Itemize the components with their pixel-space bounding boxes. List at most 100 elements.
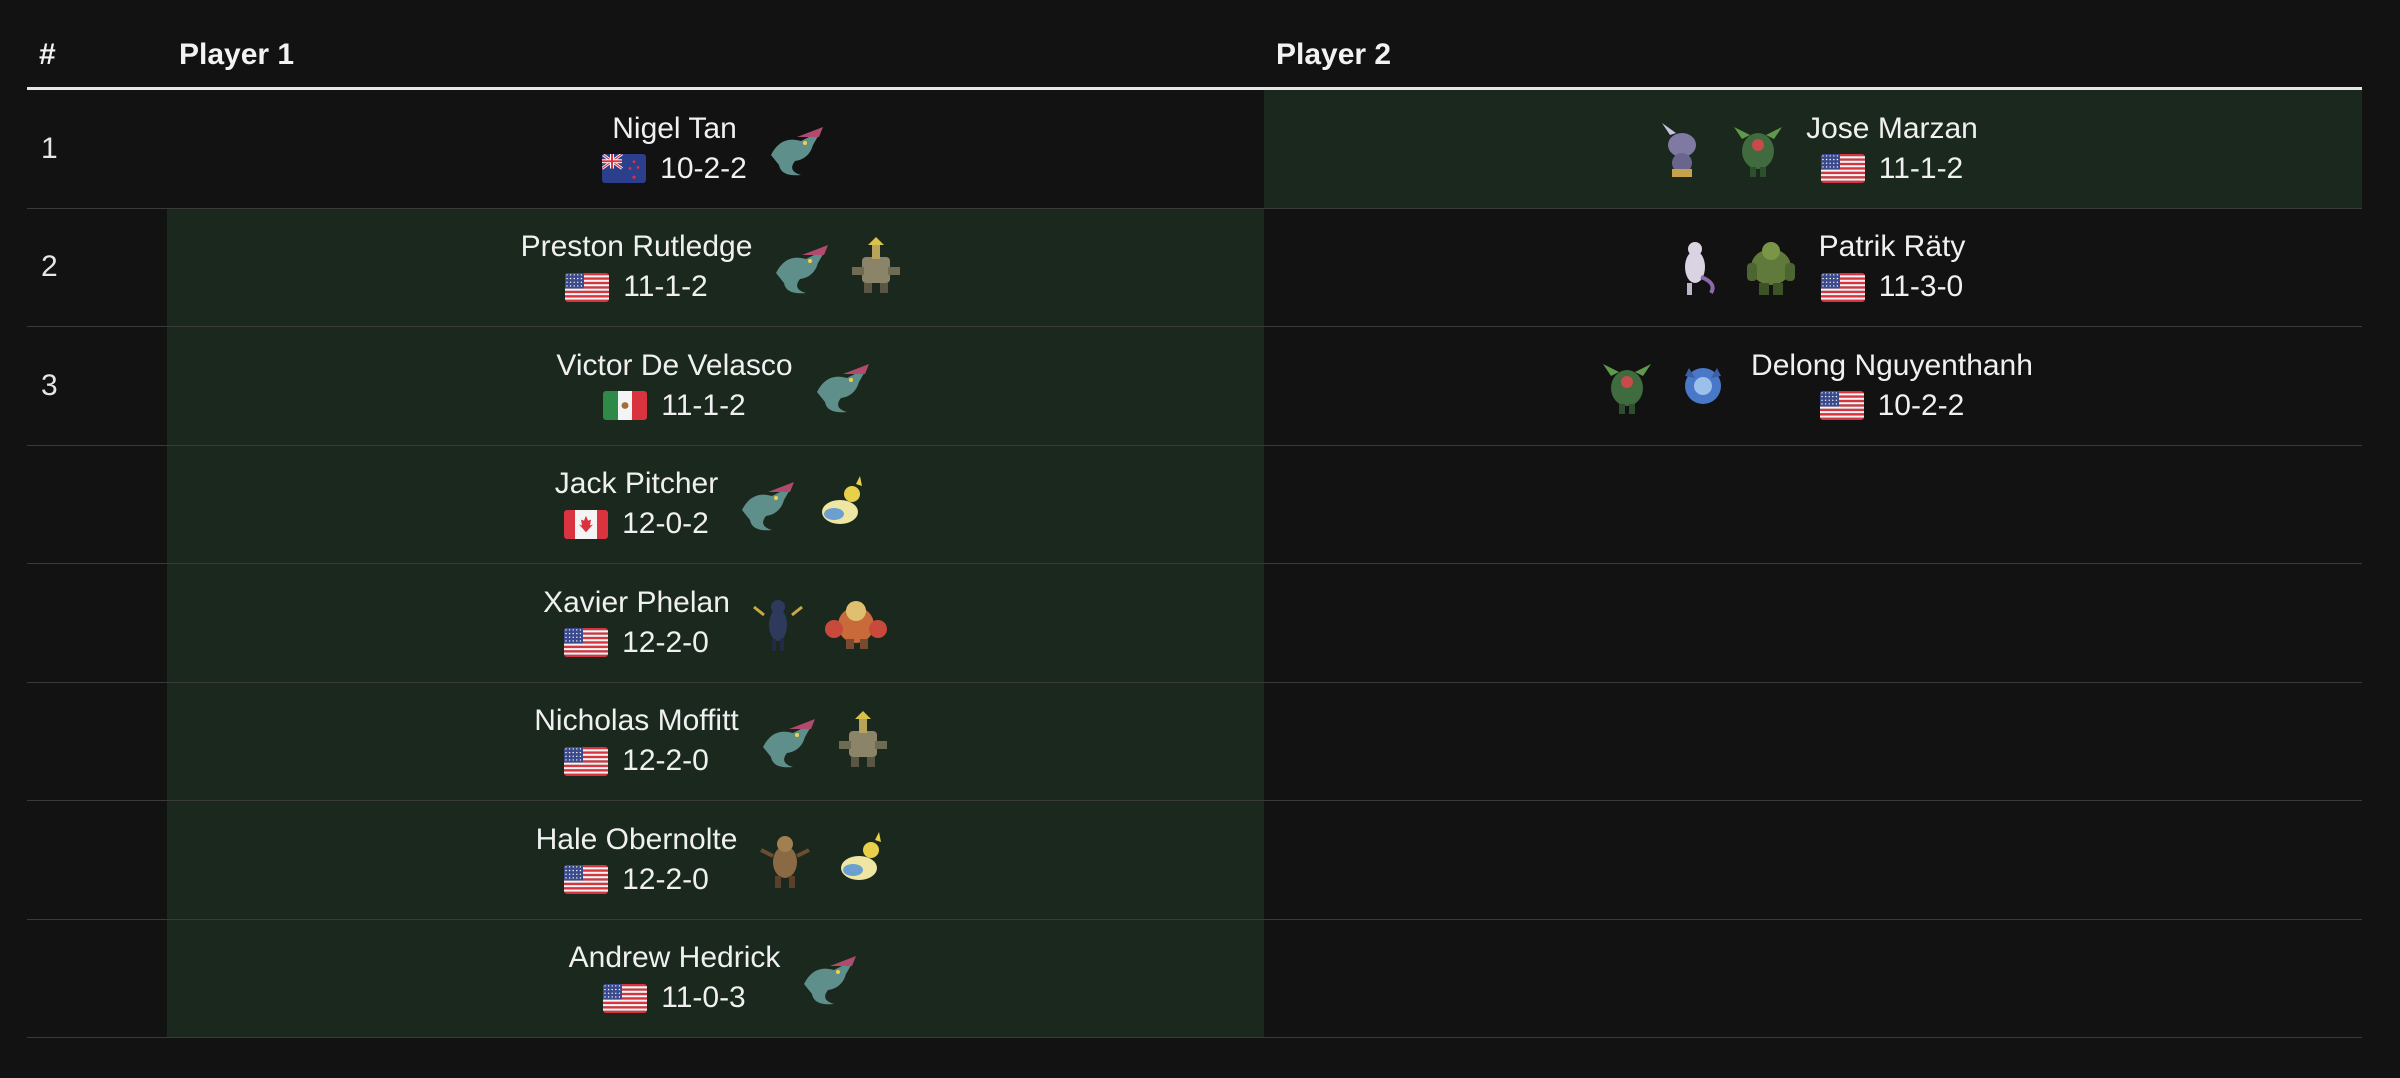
table-row: 3 Victor De Velasco 11-1-2 Delong Nguyent… <box>27 327 2362 446</box>
player-name[interactable]: Xavier Phelan <box>543 583 730 623</box>
player-name[interactable]: Victor De Velasco <box>556 346 792 386</box>
player-name[interactable]: Preston Rutledge <box>521 227 753 267</box>
dragapult-icon <box>807 352 875 420</box>
player-name[interactable]: Jack Pitcher <box>555 464 718 504</box>
team-sprites <box>1593 352 1737 420</box>
flag-mx-icon <box>603 391 648 421</box>
table-number <box>27 446 167 564</box>
flag-us-icon <box>603 983 648 1013</box>
player-2-cell <box>1264 920 2362 1038</box>
player-info: Nigel Tan 10-2-2 <box>602 109 747 189</box>
player-entry[interactable]: Nigel Tan 10-2-2 <box>602 109 829 189</box>
player-info: Jose Marzan 11-1-2 <box>1806 109 1978 189</box>
player-entry[interactable]: Xavier Phelan 12-2-0 <box>543 583 888 663</box>
player-info: Patrik Räty 11-3-0 <box>1819 227 1966 307</box>
player-entry[interactable]: Nicholas Moffitt 12-2-0 <box>534 701 897 781</box>
team-sprites <box>753 707 897 775</box>
table-row: 2 Preston Rutledge 11-1-2 Patrik Räty 11-3-… <box>27 208 2362 327</box>
player-record: 11-1-2 <box>1878 151 1964 185</box>
player-name[interactable]: Delong Nguyenthanh <box>1751 346 2033 386</box>
flag-us-icon <box>1819 391 1864 421</box>
player-record: 11-1-2 <box>623 270 708 304</box>
flag-us-icon <box>564 865 609 895</box>
pokemon-brown-icon <box>751 826 819 894</box>
player-name[interactable]: Hale Obernolte <box>536 820 738 860</box>
player-name[interactable]: Andrew Hedrick <box>569 938 781 978</box>
player-1-cell: Jack Pitcher 12-0-2 <box>167 445 1264 563</box>
player-record-line: 10-2-2 <box>602 149 747 189</box>
player-record-line: 12-2-0 <box>564 741 709 781</box>
player-record-line: 10-2-2 <box>1819 386 1965 426</box>
table-row: Andrew Hedrick 11-0-3 <box>27 919 2362 1038</box>
player-info: Preston Rutledge 11-1-2 <box>521 227 753 307</box>
flag-ca-icon <box>564 509 609 539</box>
player-name[interactable]: Nicholas Moffitt <box>534 701 739 741</box>
player-entry[interactable]: Hale Obernolte 12-2-0 <box>536 820 896 900</box>
pokemon-green-grass-icon <box>1724 115 1792 183</box>
standings-table: # Player 1 Player 2 1 Nigel Tan 10-2-2 Jo… <box>27 22 2362 1038</box>
player-2-cell <box>1264 683 2362 801</box>
player-record-line: 11-1-2 <box>565 267 708 307</box>
team-sprites <box>751 826 895 894</box>
pokemon-blue-icon <box>1669 352 1737 420</box>
player-name[interactable]: Jose Marzan <box>1806 109 1978 149</box>
team-sprites <box>744 589 888 657</box>
team-sprites <box>732 470 876 538</box>
table-number <box>27 683 167 801</box>
table-body: 1 Nigel Tan 10-2-2 Jose Marzan 11-1-2 2 Pres… <box>27 90 2362 1038</box>
player-record-line: 12-2-0 <box>564 623 709 663</box>
player-info: Victor De Velasco 11-1-2 <box>556 346 792 426</box>
player-record-line: 11-3-0 <box>1820 267 1964 307</box>
player-entry[interactable]: Jack Pitcher 12-0-2 <box>555 464 876 544</box>
header-player-1[interactable]: Player 1 <box>167 38 1264 72</box>
player-record: 10-2-2 <box>1877 388 1965 422</box>
player-1-cell: Preston Rutledge 11-1-2 <box>167 208 1264 326</box>
player-record: 12-2-0 <box>622 744 709 778</box>
dragapult-icon <box>761 115 829 183</box>
table-row: Xavier Phelan 12-2-0 <box>27 564 2362 683</box>
player-name[interactable]: Patrik Räty <box>1819 227 1966 267</box>
table-row: Jack Pitcher 12-0-2 <box>27 445 2362 564</box>
player-1-cell: Hale Obernolte 12-2-0 <box>167 801 1264 919</box>
player-2-cell: Patrik Räty 11-3-0 <box>1264 209 2362 327</box>
player-entry[interactable]: Preston Rutledge 11-1-2 <box>521 227 911 307</box>
player-2-cell <box>1264 801 2362 919</box>
player-entry[interactable]: Jose Marzan 11-1-2 <box>1648 109 1978 189</box>
flag-us-icon <box>564 628 609 658</box>
player-record-line: 11-1-2 <box>603 386 746 426</box>
player-entry[interactable]: Patrik Räty 11-3-0 <box>1661 227 1966 307</box>
player-1-cell: Xavier Phelan 12-2-0 <box>167 564 1264 682</box>
player-entry[interactable]: Delong Nguyenthanh 10-2-2 <box>1593 346 2033 426</box>
header-player-2[interactable]: Player 2 <box>1264 38 2362 72</box>
table-row: Nicholas Moffitt 12-2-0 <box>27 682 2362 801</box>
player-record-line: 11-1-2 <box>1820 149 1964 189</box>
player-info: Andrew Hedrick 11-0-3 <box>569 938 781 1018</box>
team-sprites <box>807 352 875 420</box>
pokemon-gold-stone-icon <box>829 707 897 775</box>
player-info: Delong Nguyenthanh 10-2-2 <box>1751 346 2033 426</box>
pokemon-dark-blue-icon <box>744 589 812 657</box>
player-record: 11-1-2 <box>661 388 746 422</box>
pokemon-yellow-icon <box>827 826 895 894</box>
player-record: 12-0-2 <box>622 507 709 541</box>
player-record: 12-2-0 <box>622 625 709 659</box>
player-record: 11-3-0 <box>1878 270 1964 304</box>
table-number: 3 <box>41 368 58 402</box>
pokemon-yellow-icon <box>808 470 876 538</box>
player-name[interactable]: Nigel Tan <box>612 109 737 149</box>
team-sprites <box>766 233 910 301</box>
player-2-cell <box>1264 564 2362 682</box>
player-1-cell: Andrew Hedrick 11-0-3 <box>167 919 1264 1037</box>
pokemon-gold-stone-icon <box>842 233 910 301</box>
player-entry[interactable]: Victor De Velasco 11-1-2 <box>556 346 874 426</box>
table-number <box>27 564 167 682</box>
player-record-line: 12-0-2 <box>564 504 709 544</box>
table-number <box>27 801 167 919</box>
flag-us-icon <box>1820 154 1865 184</box>
player-1-cell: Victor De Velasco 11-1-2 <box>167 327 1264 445</box>
player-info: Jack Pitcher 12-0-2 <box>555 464 718 544</box>
player-2-cell <box>1264 446 2362 564</box>
dragapult-icon <box>766 233 834 301</box>
player-entry[interactable]: Andrew Hedrick 11-0-3 <box>569 938 863 1018</box>
flag-us-icon <box>1820 272 1865 302</box>
